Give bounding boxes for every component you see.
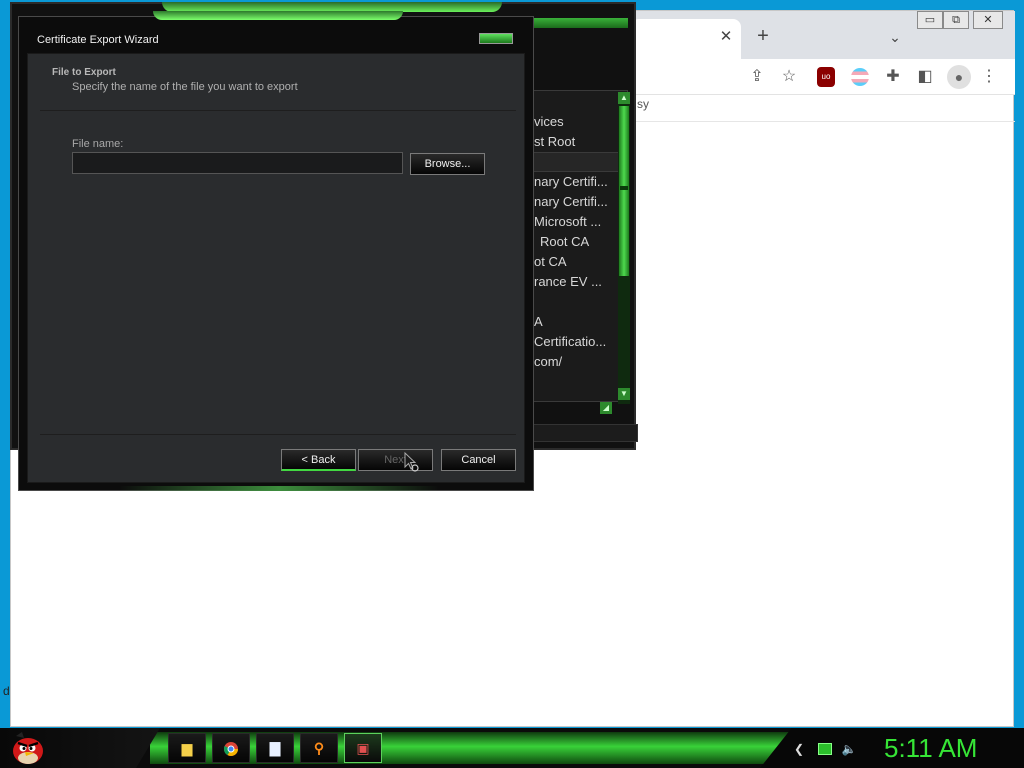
- tab-close-icon[interactable]: ✕: [716, 27, 736, 47]
- list-item[interactable]: nary Certifi...: [534, 192, 624, 212]
- trans-flag-extension-icon[interactable]: [851, 68, 869, 86]
- close-window-button[interactable]: ✕: [973, 11, 1003, 29]
- taskbar-cert-manager-icon[interactable]: ▣: [344, 733, 382, 763]
- wizard-bottom-glow: [119, 486, 439, 491]
- start-button-angry-bird-icon[interactable]: [8, 730, 48, 766]
- taskbar-file-explorer-icon[interactable]: ▆: [168, 733, 206, 763]
- certificate-export-wizard: Certificate Export Wizard File to Export…: [18, 11, 534, 491]
- window-controls[interactable]: [532, 18, 628, 28]
- certificate-manager-footer: [532, 424, 638, 442]
- tray-expand-icon[interactable]: ❮: [790, 740, 808, 758]
- more-menu-icon[interactable]: ⋮: [977, 65, 1001, 89]
- mouse-cursor-icon: [404, 452, 419, 472]
- list-header-band: [532, 152, 622, 172]
- file-name-label: File name:: [72, 138, 124, 150]
- footer-divider: [40, 434, 516, 435]
- tab-search-icon[interactable]: ⌄: [883, 27, 907, 51]
- list-item[interactable]: st Root: [534, 132, 624, 152]
- header-divider: [40, 110, 516, 111]
- page-title: File to Export: [52, 67, 116, 78]
- tray-volume-icon[interactable]: 🔈: [840, 740, 858, 758]
- taskbar-search-icon[interactable]: ⚲: [300, 733, 338, 763]
- close-button[interactable]: [479, 33, 513, 44]
- minimize-button[interactable]: ▭: [917, 11, 943, 29]
- star-icon[interactable]: ☆: [777, 65, 801, 89]
- scrollbar-thumb[interactable]: [619, 106, 629, 276]
- resize-grip-icon[interactable]: ◢: [600, 402, 612, 414]
- new-tab-icon[interactable]: +: [751, 25, 775, 49]
- next-button[interactable]: Next: [358, 449, 433, 471]
- list-item[interactable]: ot CA: [534, 252, 624, 272]
- wizard-body: File to Export Specify the name of the f…: [27, 53, 525, 483]
- profile-icon[interactable]: ●: [947, 65, 971, 89]
- cancel-button[interactable]: Cancel: [441, 449, 516, 471]
- list-item[interactable]: Root CA: [540, 232, 630, 252]
- sidepanel-icon[interactable]: ◧: [913, 65, 937, 89]
- list-item[interactable]: Certificatio...: [534, 332, 624, 352]
- ublock-icon[interactable]: uo: [817, 67, 835, 87]
- scrollbar-grip: [620, 186, 628, 190]
- list-item[interactable]: A: [534, 312, 624, 332]
- browse-button[interactable]: Browse...: [410, 153, 485, 175]
- taskbar-notepad-icon[interactable]: ▇: [256, 733, 294, 763]
- list-item[interactable]: rance EV ...: [534, 272, 624, 292]
- desktop-text-fragment: d: [3, 684, 10, 698]
- list-item[interactable]: vices: [534, 112, 624, 132]
- page-description: Specify the name of the file you want to…: [72, 81, 298, 93]
- list-item[interactable]: nary Certifi...: [534, 172, 624, 192]
- scroll-up-icon[interactable]: ▲: [618, 92, 630, 104]
- bookmark-fragment[interactable]: sy: [637, 97, 649, 111]
- tray-network-icon[interactable]: [818, 743, 832, 755]
- wizard-title: Certificate Export Wizard: [37, 34, 159, 46]
- restore-button[interactable]: ⧉: [943, 11, 969, 29]
- taskbar-chrome-icon[interactable]: [212, 733, 250, 763]
- share-icon[interactable]: ⇪: [745, 65, 769, 89]
- list-item[interactable]: Microsoft ...: [534, 212, 624, 232]
- taskbar-clock[interactable]: 5:11 AM: [884, 733, 977, 764]
- list-item[interactable]: com/: [534, 352, 624, 372]
- back-button[interactable]: < Back: [281, 449, 356, 471]
- puzzle-extensions-icon[interactable]: ✚: [881, 65, 905, 89]
- wizard-top-glow: [153, 11, 403, 20]
- scroll-down-icon[interactable]: ▼: [618, 388, 630, 400]
- file-name-input[interactable]: [72, 152, 403, 174]
